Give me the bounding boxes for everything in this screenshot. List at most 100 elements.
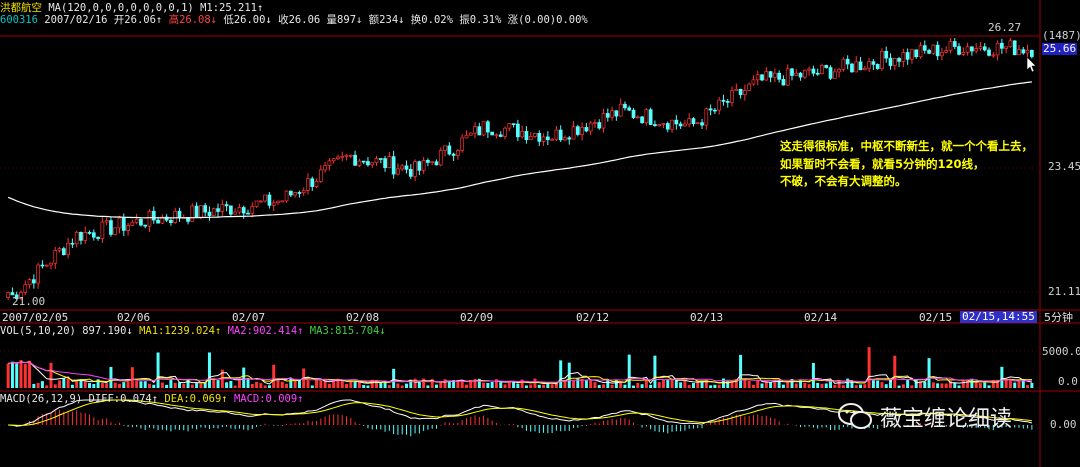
volume-bar [721, 378, 725, 388]
volume-bar [255, 381, 259, 388]
volume-bar [40, 381, 44, 388]
candle-body [361, 160, 366, 163]
volume-bar [751, 384, 755, 388]
candle-body [623, 103, 627, 109]
candle-body [126, 225, 130, 231]
candle-body [241, 207, 246, 214]
volume-bar [387, 385, 391, 388]
candle-body [147, 210, 152, 227]
candle-body [327, 160, 332, 166]
candle-body [96, 236, 100, 239]
volume-bar [687, 384, 691, 388]
volume-bar [88, 383, 92, 388]
volume-bar [683, 380, 687, 388]
candle-body [100, 221, 105, 239]
volume-bar [584, 380, 588, 388]
candle-body [456, 150, 460, 156]
candle-body [27, 279, 32, 286]
volume-bar [923, 382, 927, 388]
volume-bar [357, 382, 361, 388]
volume-bar [276, 380, 280, 388]
candle-body [974, 48, 979, 52]
candle-body [884, 50, 889, 59]
price-top-label: 26.27 [988, 21, 1022, 34]
candle-body [588, 122, 593, 132]
candle-body [982, 46, 987, 51]
candle-body [704, 108, 709, 126]
period-label[interactable]: 5分钟 [1044, 312, 1073, 324]
candle-body [528, 136, 533, 141]
candle-body [725, 101, 730, 103]
candle-body [516, 123, 520, 138]
date-label: 02/14 [804, 311, 838, 324]
candle-body [683, 123, 687, 127]
volume-bar [623, 384, 627, 388]
volume-bar [23, 363, 27, 388]
price-mid-label: 23.45 [1048, 160, 1080, 173]
volume-bar [914, 379, 918, 388]
candle-body [670, 119, 674, 130]
volume-bar [109, 366, 113, 388]
vol-value: 897.190↓ [82, 325, 133, 337]
volume-bar [169, 379, 173, 388]
volume-panel-header: VOL(5,10,20) 897.190↓ MA1:1239.024↑ MA2:… [0, 325, 386, 337]
candle-body [6, 292, 10, 298]
volume-bar [550, 384, 554, 388]
volume-bar [216, 380, 220, 388]
volume-bar [906, 379, 910, 388]
volume-bar [490, 381, 494, 388]
candle-body [426, 159, 430, 163]
candle-body [173, 210, 178, 224]
candle-body [331, 158, 336, 162]
candle-body [473, 126, 477, 134]
candle-body [430, 161, 435, 164]
volume-bar [978, 383, 982, 388]
candle-body [23, 284, 28, 293]
candle-body [811, 68, 816, 74]
candle-body [297, 192, 302, 194]
current-price-badge: 25.66 [1042, 42, 1078, 55]
candle-body [1017, 49, 1021, 56]
candle-body [828, 67, 833, 79]
volume-bar [396, 383, 400, 388]
volume-bar [901, 384, 905, 388]
candle-body [438, 150, 443, 166]
candle-body [614, 110, 619, 117]
candle-body [631, 109, 636, 118]
candle-body [130, 221, 135, 226]
volume-bar [310, 385, 314, 388]
volume-bar [362, 384, 366, 388]
candle-body [901, 52, 906, 62]
volume-bar [19, 360, 23, 388]
volume-bar [499, 382, 503, 388]
candle-body [768, 71, 773, 78]
candle-body [194, 205, 199, 218]
macd-tick: 0.00 [1050, 418, 1077, 431]
candle-body [490, 131, 495, 136]
candle-body [378, 158, 383, 160]
volume-bar [610, 384, 614, 388]
volume-bar [666, 380, 670, 388]
volume-bar [58, 380, 62, 388]
volume-bar [717, 384, 721, 388]
candle-body [348, 154, 353, 157]
volume-bar [1013, 382, 1017, 388]
candle-body [284, 190, 289, 202]
candle-body [366, 161, 370, 166]
candle-body [310, 178, 315, 187]
volume-bar [280, 381, 284, 388]
volume-bar [863, 384, 867, 388]
volume-bar [92, 383, 96, 388]
date-label: 02/12 [576, 311, 610, 324]
volume-bar [876, 380, 880, 388]
candle-body [391, 156, 396, 175]
mouse-cursor-icon [1026, 56, 1037, 73]
volume-bar [649, 384, 653, 388]
vol-label: VOL(5,10,20) [0, 325, 76, 337]
candle-body [708, 108, 713, 111]
volume-bar [259, 383, 263, 388]
volume-bar [957, 385, 961, 388]
candle-body [580, 127, 584, 135]
candle-body [995, 42, 1000, 56]
annotation-text: 这走得很标准，中枢不断新生，就一个个看上去， 如果暂时不会看，就看5分钟的120… [780, 138, 1033, 191]
